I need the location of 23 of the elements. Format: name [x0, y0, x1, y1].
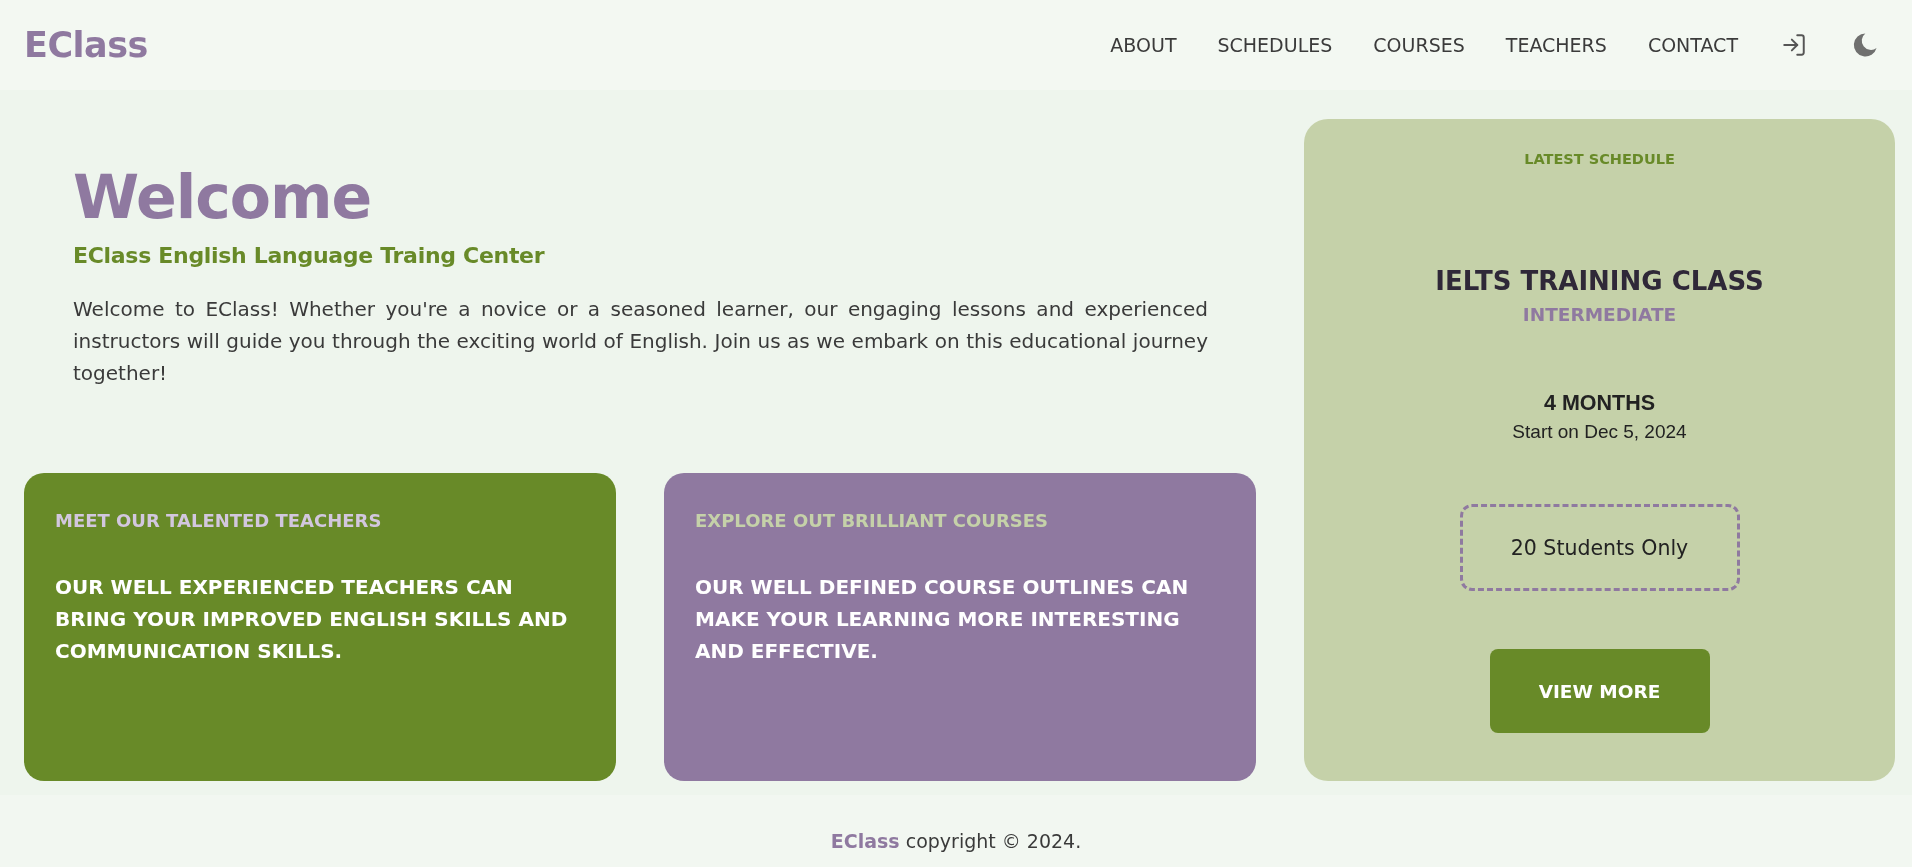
nav-link[interactable]: CONTACT	[1647, 34, 1738, 56]
nav-link[interactable]: COURSES	[1373, 34, 1465, 56]
course-level: INTERMEDIATE	[1522, 304, 1677, 326]
course-name: IELTS TRAINING CLASS	[1435, 265, 1764, 298]
nav-link[interactable]: ABOUT	[1110, 34, 1177, 56]
hero-subtitle: EClass English Language Traing Center	[73, 242, 546, 270]
course-duration: 4 MONTHS	[1543, 390, 1656, 416]
start-date: Start on Dec 5, 2024	[1512, 421, 1687, 443]
view-more-button[interactable]: VIEW MORE	[1489, 649, 1710, 733]
hero-title: Welcome	[73, 161, 373, 233]
moon-icon	[1851, 31, 1879, 59]
nav-link[interactable]: TEACHERS	[1505, 34, 1607, 56]
card-text: OUR WELL DEFINED COURSE OUTLINES CAN MAKE YOUR LEARNING MORE INTERESTING AND EFFECTIVE.	[695, 574, 1190, 665]
nav-link[interactable]: SCHEDULES	[1217, 34, 1333, 56]
hero-description: Welcome to EClass! Whether you're a novice or a seasoned learner, our engaging lessons and experienced instructors will guide you through the exciting world of English. Join us as we embark on this educational journey together!	[73, 296, 1208, 387]
logo[interactable]: EClass	[24, 25, 148, 65]
login-icon	[1781, 32, 1807, 58]
card-text: OUR WELL EXPERIENCED TEACHERS CAN BRING YOUR IMPROVED ENGLISH SKILLS AND COMMUNICATION SKILLS.	[55, 574, 569, 665]
footer-copyright: EClass copyright © 2024.	[830, 829, 1082, 854]
card-title: MEET OUR TALENTED TEACHERS	[55, 509, 383, 533]
card-title: EXPLORE OUT BRILLIANT COURSES	[695, 509, 1050, 533]
capacity-note: 20 Students Only	[1459, 504, 1740, 591]
schedule-heading: LATEST SCHEDULE	[1524, 150, 1675, 169]
